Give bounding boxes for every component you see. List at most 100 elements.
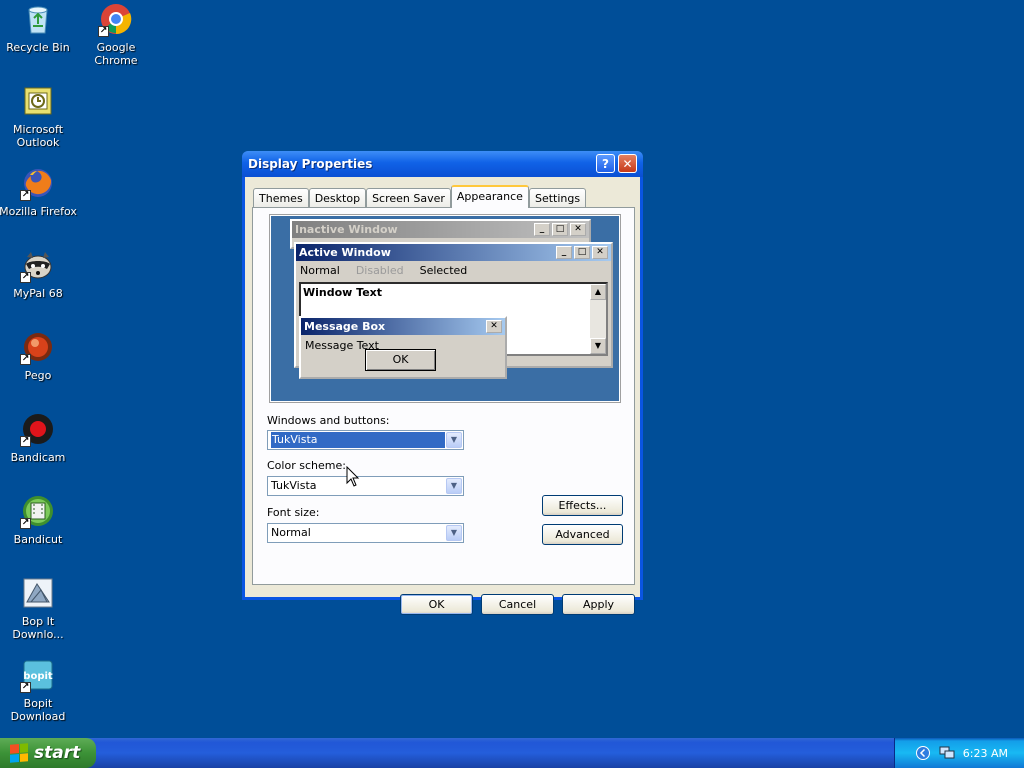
network-icon[interactable] bbox=[939, 745, 955, 761]
desktop-icon-pego[interactable]: ↗ Pego bbox=[0, 330, 78, 382]
active-window-title: Active Window bbox=[299, 246, 391, 259]
desktop-icon-recycle-bin[interactable]: Recycle Bin bbox=[0, 2, 78, 54]
maximize-icon: □ bbox=[552, 223, 568, 236]
desktop-icon-label: Bop It Downlo... bbox=[12, 615, 64, 641]
cancel-button[interactable]: Cancel bbox=[481, 594, 554, 615]
color-scheme-label: Color scheme: bbox=[267, 459, 346, 472]
color-scheme-select[interactable]: TukVista ▼ bbox=[267, 476, 464, 496]
desktop-icon-bop-it[interactable]: Bop It Downlo... bbox=[0, 576, 78, 641]
help-icon: ? bbox=[602, 156, 609, 171]
close-button[interactable]: ✕ bbox=[618, 154, 637, 173]
appearance-preview: Inactive Window _ □ ✕ Active Window _ □ … bbox=[269, 214, 621, 403]
shortcut-arrow-icon: ↗ bbox=[20, 436, 31, 447]
appearance-panel: Inactive Window _ □ ✕ Active Window _ □ … bbox=[252, 207, 635, 585]
message-box-title: Message Box bbox=[304, 320, 386, 333]
preview-ok-button: OK bbox=[365, 349, 436, 371]
windows-buttons-select[interactable]: TukVista ▼ bbox=[267, 430, 464, 450]
bandicut-icon: ↗ bbox=[20, 494, 55, 529]
desktop-icon-label: Bopit Download bbox=[10, 697, 66, 723]
minimize-icon: _ bbox=[534, 223, 550, 236]
menu-disabled: Disabled bbox=[355, 264, 404, 277]
desktop-icon-bandicam[interactable]: ↗ Bandicam bbox=[0, 412, 78, 464]
outlook-icon bbox=[21, 84, 55, 118]
desktop-icon-label: Pego bbox=[24, 369, 52, 382]
tab-desktop[interactable]: Desktop bbox=[308, 188, 367, 208]
desktop-icon-label: MyPal 68 bbox=[13, 287, 63, 300]
mouse-cursor-icon bbox=[346, 465, 360, 491]
scroll-down-icon: ▼ bbox=[590, 338, 606, 354]
tab-themes[interactable]: Themes bbox=[253, 188, 309, 208]
desktop-icon-microsoft-outlook[interactable]: Microsoft Outlook bbox=[0, 84, 78, 149]
window-client: Themes Desktop Screen Saver Appearance S… bbox=[245, 177, 640, 615]
chevron-down-icon[interactable]: ▼ bbox=[446, 432, 462, 448]
ok-button[interactable]: OK bbox=[400, 594, 473, 615]
chevron-down-icon[interactable]: ▼ bbox=[446, 525, 462, 541]
shortcut-arrow-icon: ↗ bbox=[20, 272, 31, 283]
preview-scrollbar: ▲ ▼ bbox=[590, 284, 606, 354]
minimize-icon: _ bbox=[556, 246, 572, 259]
clock[interactable]: 6:23 AM bbox=[963, 747, 1008, 760]
recycle-bin-icon bbox=[21, 2, 55, 36]
chevron-down-icon[interactable]: ▼ bbox=[446, 478, 462, 494]
window-text: Window Text bbox=[303, 286, 383, 299]
chrome-icon: ↗ bbox=[98, 2, 133, 37]
desktop-icon-mypal[interactable]: ↗ MyPal 68 bbox=[0, 248, 78, 300]
advanced-button[interactable]: Advanced bbox=[542, 524, 623, 545]
maximize-icon: □ bbox=[574, 246, 590, 259]
bandicam-icon: ↗ bbox=[20, 412, 55, 447]
menu-normal: Normal bbox=[300, 264, 340, 277]
tab-strip: Themes Desktop Screen Saver Appearance S… bbox=[253, 185, 587, 208]
font-size-value: Normal bbox=[271, 526, 311, 539]
system-tray: 6:23 AM bbox=[894, 738, 1024, 768]
color-scheme-value: TukVista bbox=[271, 479, 317, 492]
windows-buttons-label: Windows and buttons: bbox=[267, 414, 390, 427]
svg-text:bopit: bopit bbox=[23, 671, 53, 682]
desktop-icon-google-chrome[interactable]: ↗ Google Chrome bbox=[76, 2, 156, 67]
mypal-icon: ↗ bbox=[20, 248, 55, 283]
show-hidden-icons-icon[interactable] bbox=[915, 745, 931, 761]
desktop-icon-label: Microsoft Outlook bbox=[12, 123, 64, 149]
apply-button[interactable]: Apply bbox=[562, 594, 635, 615]
shortcut-arrow-icon: ↗ bbox=[20, 518, 31, 529]
close-icon: ✕ bbox=[486, 320, 502, 333]
shortcut-arrow-icon: ↗ bbox=[20, 682, 31, 693]
close-icon: ✕ bbox=[622, 156, 633, 171]
bop-it-icon bbox=[21, 576, 55, 610]
desktop-icon-label: Google Chrome bbox=[94, 41, 138, 67]
close-icon: ✕ bbox=[592, 246, 608, 259]
desktop-icon-label: Bandicut bbox=[13, 533, 63, 546]
close-icon: ✕ bbox=[570, 223, 586, 236]
desktop-icon-label: Recycle Bin bbox=[6, 41, 70, 54]
start-button[interactable]: start bbox=[0, 738, 96, 768]
desktop-icon-mozilla-firefox[interactable]: ↗ Mozilla Firefox bbox=[0, 166, 78, 218]
display-properties-window: Display Properties ? ✕ Themes Desktop Sc… bbox=[242, 151, 643, 615]
help-button[interactable]: ? bbox=[596, 154, 615, 173]
preview-menu-row: Normal Disabled Selected bbox=[296, 261, 611, 280]
menu-selected: Selected bbox=[419, 264, 468, 277]
inactive-window-title: Inactive Window bbox=[295, 223, 398, 236]
taskbar: start 6:23 AM bbox=[0, 738, 1024, 768]
effects-button[interactable]: Effects... bbox=[542, 495, 623, 516]
desktop-icon-label: Bandicam bbox=[10, 451, 66, 464]
pego-icon: ↗ bbox=[20, 330, 55, 365]
window-title: Display Properties bbox=[248, 157, 373, 171]
windows-buttons-value: TukVista bbox=[271, 432, 445, 448]
window-titlebar[interactable]: Display Properties ? ✕ bbox=[242, 151, 643, 177]
bopit-download-icon: bopit ↗ bbox=[20, 658, 55, 693]
start-label: start bbox=[34, 743, 81, 763]
shortcut-arrow-icon: ↗ bbox=[20, 354, 31, 365]
tab-settings[interactable]: Settings bbox=[528, 188, 587, 208]
tab-appearance[interactable]: Appearance bbox=[450, 185, 529, 208]
preview-message-box: Message Box ✕ Message Text OK bbox=[299, 316, 507, 379]
font-size-label: Font size: bbox=[267, 506, 320, 519]
shortcut-arrow-icon: ↗ bbox=[98, 26, 109, 37]
tab-screen-saver[interactable]: Screen Saver bbox=[366, 188, 451, 208]
desktop-icon-label: Mozilla Firefox bbox=[0, 205, 77, 218]
shortcut-arrow-icon: ↗ bbox=[20, 190, 31, 201]
firefox-icon: ↗ bbox=[20, 166, 55, 201]
desktop-icon-bopit-download[interactable]: bopit ↗ Bopit Download bbox=[0, 658, 78, 723]
desktop: { "desktop_icons": [ {"label": "Recycle … bbox=[0, 0, 1024, 768]
desktop-icon-bandicut[interactable]: ↗ Bandicut bbox=[0, 494, 78, 546]
font-size-select[interactable]: Normal ▼ bbox=[267, 523, 464, 543]
windows-logo-icon bbox=[10, 743, 28, 763]
